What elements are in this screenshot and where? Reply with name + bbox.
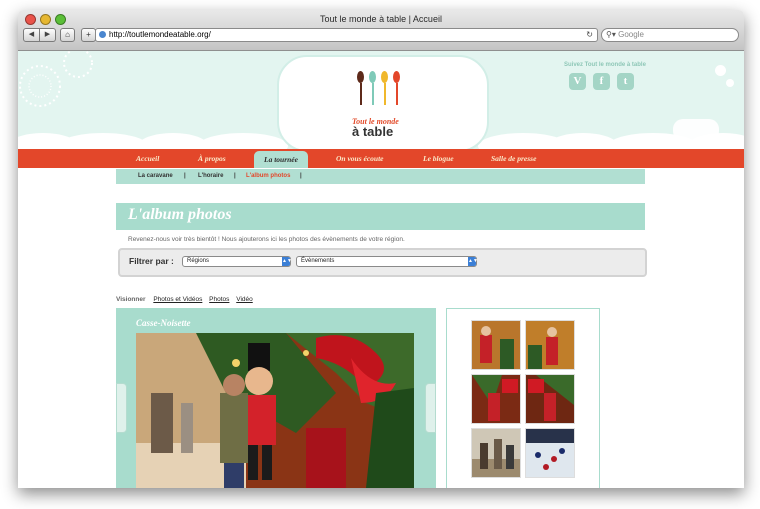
nav-item-a-propos[interactable]: À propos (198, 149, 226, 168)
nav-item-salle-de-presse[interactable]: Salle de presse (491, 149, 536, 168)
bubble-decoration (715, 65, 726, 76)
photo-thumbnail[interactable] (471, 428, 521, 478)
photo-thumbnail[interactable] (525, 374, 575, 424)
nav-item-accueil[interactable]: Accueil (136, 149, 159, 168)
nav-item-le-blogue[interactable]: Le blogue (423, 149, 454, 168)
events-select[interactable]: Évènements ▲▼ (296, 256, 478, 267)
subnav-separator: | (234, 173, 236, 179)
featured-photo[interactable] (136, 333, 414, 488)
subnav-item-caravane[interactable]: La caravane (138, 169, 173, 184)
yellow-spoon-icon (381, 71, 388, 105)
history-buttons: ◀ ▶ (23, 28, 56, 42)
thumbnail-image (526, 375, 574, 423)
reload-icon[interactable]: ↻ (586, 29, 593, 41)
nutcracker-photo (136, 333, 414, 488)
nav-item-on-vous-ecoute[interactable]: On vous écoute (336, 149, 384, 168)
filter-bar: Filtrer par : Régions ▲▼ Évènements ▲▼ (118, 248, 647, 277)
photo-thumbnail[interactable] (525, 320, 575, 370)
thumbnail-grid (446, 308, 600, 488)
photo-viewer: Casse-Noisette (116, 308, 436, 488)
sub-nav: La caravane | L'horaire | L'album photos… (116, 169, 645, 184)
page-content: Tout le monde à table Suivez Tout le mon… (18, 51, 744, 488)
photo-thumbnail[interactable] (471, 374, 521, 424)
select-arrow-icon: ▲▼ (468, 257, 478, 266)
photo-thumbnail[interactable] (525, 428, 575, 478)
address-bar[interactable]: http://toutlemondeatable.org/ ↻ (95, 28, 598, 42)
browser-titlebar: Tout le monde à table | Accueil ◀ ▶ ⌂ + … (18, 10, 744, 51)
regions-select-value: Régions (187, 258, 210, 264)
logo-line2: à table (352, 124, 394, 139)
back-button[interactable]: ◀ (23, 28, 40, 42)
globe-icon (99, 31, 106, 38)
window-title: Tout le monde à table | Accueil (320, 14, 442, 24)
view-options: Visionner Photos et Vidéos Photos Vidéo (116, 296, 258, 303)
home-button[interactable]: ⌂ (60, 28, 75, 42)
add-bookmark-button[interactable]: + (81, 28, 96, 42)
view-option-video[interactable]: Vidéo (236, 296, 253, 303)
select-arrow-icon: ▲▼ (282, 257, 292, 266)
forward-button[interactable]: ▶ (40, 28, 56, 42)
thumbnail-image (526, 321, 574, 369)
page-title: L'album photos (128, 206, 232, 223)
facebook-icon[interactable]: f (593, 73, 610, 90)
album-header: L'album photos (116, 203, 645, 230)
search-icon: ⚲▾ (606, 30, 616, 39)
thumbnail-image (472, 321, 520, 369)
subnav-separator: | (300, 173, 302, 179)
lace-decoration (19, 51, 93, 107)
url-text: http://toutlemondeatable.org/ (109, 30, 211, 39)
view-label: Visionner (116, 296, 146, 303)
view-option-photos-videos[interactable]: Photos et Vidéos (153, 296, 202, 303)
next-photo-button[interactable] (425, 383, 436, 433)
twitter-icon[interactable]: t (617, 73, 634, 90)
search-placeholder: Google (618, 30, 644, 39)
album-title: Casse-Noisette (136, 318, 191, 328)
intro-text: Revenez-nous voir très bientôt ! Nous aj… (128, 236, 405, 243)
site-header: Tout le monde à table Suivez Tout le mon… (18, 51, 744, 159)
nav-item-la-tournee[interactable]: La tournée (254, 151, 308, 168)
previous-photo-button[interactable] (116, 383, 127, 433)
main-nav: Accueil À propos La tournée On vous écou… (18, 149, 744, 168)
filter-label: Filtrer par : (129, 256, 174, 266)
thumbnail-image (472, 375, 520, 423)
events-select-value: Évènements (301, 258, 335, 264)
brown-spoon-icon (357, 71, 364, 105)
caravan-decoration (673, 119, 719, 141)
thumbnail-image (472, 429, 520, 477)
bubble-decoration (726, 79, 734, 87)
search-field[interactable]: ⚲▾ Google (601, 28, 739, 42)
subnav-item-horaire[interactable]: L'horaire (198, 169, 223, 184)
red-spoon-icon (393, 71, 400, 105)
thumbnail-image (526, 429, 574, 477)
subnav-item-album-photos[interactable]: L'album photos (246, 169, 290, 184)
browser-window: Tout le monde à table | Accueil ◀ ▶ ⌂ + … (18, 10, 744, 488)
teal-spoon-icon (369, 71, 376, 105)
follow-text: Suivez Tout le monde à table (564, 62, 646, 68)
subnav-separator: | (184, 173, 186, 179)
site-logo[interactable]: Tout le monde à table (277, 55, 489, 152)
regions-select[interactable]: Régions ▲▼ (182, 256, 292, 267)
vimeo-icon[interactable]: V (569, 73, 586, 90)
view-option-photos[interactable]: Photos (209, 296, 229, 303)
photo-thumbnail[interactable] (471, 320, 521, 370)
